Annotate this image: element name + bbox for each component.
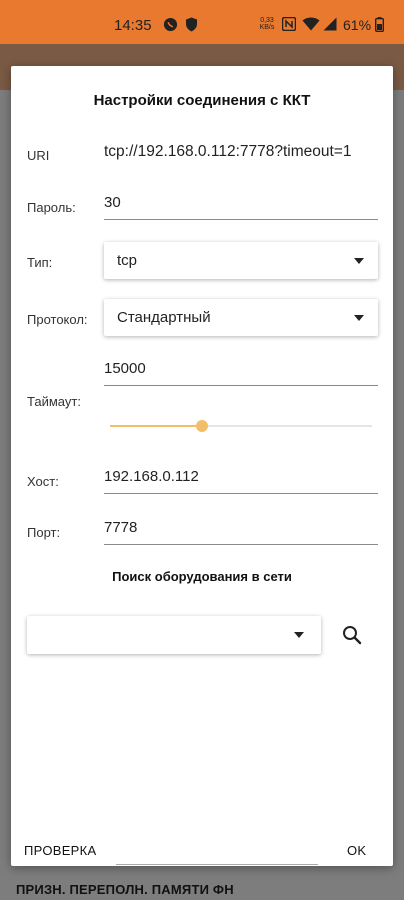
password-underline [104,219,378,220]
status-time: 14:35 [114,17,152,34]
timeout-slider-fill [110,425,202,427]
chevron-down-icon [354,258,364,264]
status-bar: 14:35 0,33 KB/s 61% [0,0,404,44]
type-label: Тип: [27,255,53,270]
protocol-label: Протокол: [27,312,88,327]
chevron-down-icon [354,315,364,321]
timeout-slider-thumb[interactable] [195,420,208,432]
protocol-dropdown[interactable]: Стандартный [104,299,378,336]
check-button[interactable]: ПРОВЕРКА [24,843,97,858]
port-underline [104,544,378,545]
dialog-title: Настройки соединения с ККТ [93,92,311,109]
ok-button[interactable]: OK [347,843,366,858]
timeout-slider[interactable] [110,425,372,427]
battery-percent: 61% [343,17,372,33]
nfc-icon [281,16,297,32]
timeout-underline [104,385,378,386]
search-icon[interactable] [342,625,362,645]
timeout-field[interactable]: 15000 [104,360,374,377]
bottom-divider [116,864,318,865]
password-label: Пароль: [27,200,76,215]
network-search-title: Поиск оборудования в сети [112,569,292,584]
uri-value: tcp://192.168.0.112:7778?timeout=1 [104,143,352,160]
wifi-icon [302,16,320,32]
background-content: ПРИЗН. ПЕРЕПОЛН. ПАМЯТИ ФН [0,866,404,900]
type-dropdown[interactable]: tcp [104,242,378,279]
type-selected: tcp [117,252,138,269]
background-text: ПРИЗН. ПЕРЕПОЛН. ПАМЯТИ ФН [16,882,234,897]
host-underline [104,493,378,494]
network-device-dropdown[interactable] [27,616,321,654]
host-field[interactable]: 192.168.0.112 [104,468,374,485]
whatsapp-icon [162,16,178,32]
timeout-label: Таймаут: [27,394,81,409]
connection-settings-dialog: Настройки соединения с ККТ URI tcp://192… [11,66,393,866]
host-label: Хост: [27,474,59,489]
protocol-selected: Стандартный [117,309,211,326]
data-speed-icon: 0,33 KB/s [259,17,275,31]
port-field[interactable]: 7778 [104,519,374,536]
chevron-down-icon [294,632,304,638]
battery-icon [374,16,384,32]
uri-label: URI [27,148,50,163]
port-label: Порт: [27,525,61,540]
shield-icon [184,16,198,32]
signal-icon [322,16,338,32]
password-field[interactable]: 30 [104,194,374,211]
